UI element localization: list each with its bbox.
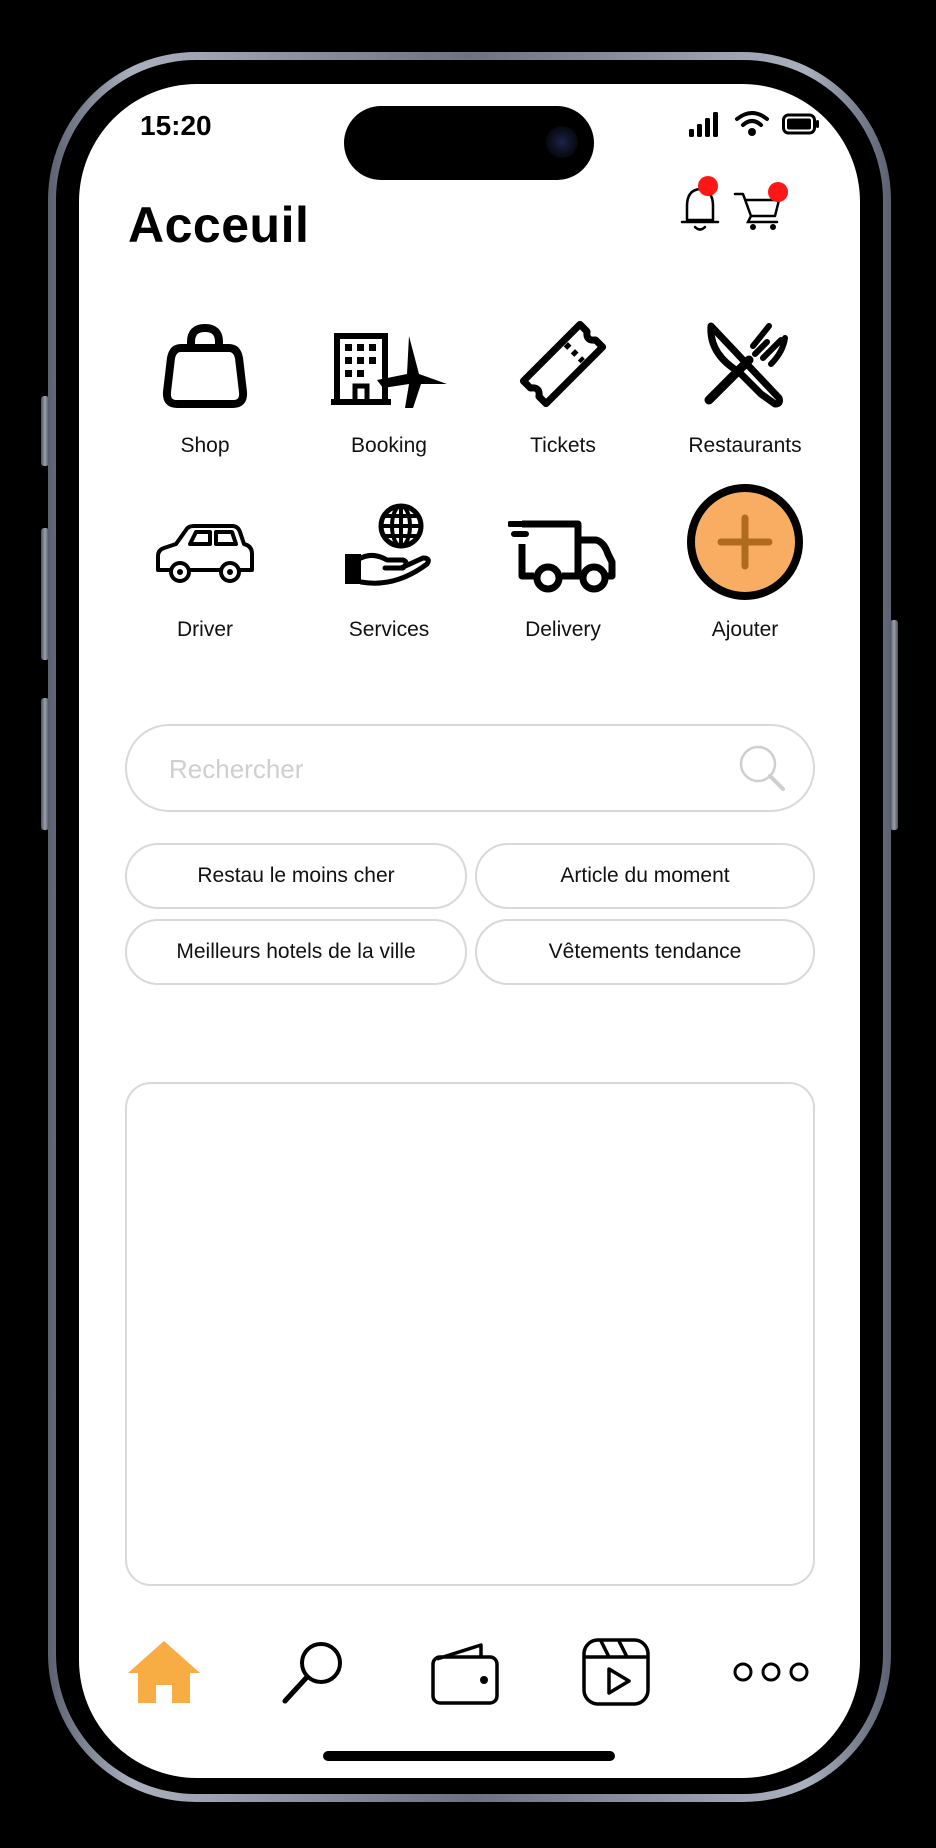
status-time: 15:20 bbox=[140, 110, 212, 141]
category-label: Shop bbox=[180, 434, 230, 457]
category-add[interactable]: Ajouter bbox=[655, 484, 835, 648]
category-label: Services bbox=[348, 618, 430, 641]
wifi-icon bbox=[735, 111, 769, 136]
category-shop[interactable]: Shop bbox=[115, 314, 295, 464]
category-label: Delivery bbox=[525, 618, 601, 641]
search-input[interactable] bbox=[167, 746, 711, 792]
hotel-plane-icon bbox=[331, 333, 447, 408]
more-icon bbox=[733, 1662, 809, 1682]
camera-icon bbox=[546, 126, 578, 158]
status-icons bbox=[688, 110, 820, 138]
header-actions bbox=[675, 176, 788, 238]
category-services[interactable]: Services bbox=[299, 498, 479, 648]
category-label: Driver bbox=[177, 618, 233, 641]
wallet-icon bbox=[431, 1643, 499, 1705]
chip-best-hotels[interactable]: Meilleurs hotels de la ville bbox=[125, 919, 467, 985]
car-icon bbox=[156, 524, 254, 583]
category-restaurants[interactable]: Restaurants bbox=[655, 314, 835, 464]
content-panel bbox=[125, 1082, 815, 1586]
notification-badge bbox=[698, 176, 718, 196]
category-booking[interactable]: Booking bbox=[299, 314, 479, 464]
shopping-bag-icon bbox=[162, 323, 248, 408]
category-driver[interactable]: Driver bbox=[115, 498, 295, 648]
home-indicator[interactable] bbox=[323, 1751, 615, 1761]
action-button bbox=[41, 396, 49, 466]
tab-videos[interactable] bbox=[571, 1632, 661, 1712]
search-icon[interactable] bbox=[737, 744, 787, 794]
search-bar bbox=[125, 724, 815, 812]
category-label: Ajouter bbox=[711, 618, 779, 641]
knife-fork-icon bbox=[704, 322, 788, 408]
category-tickets[interactable]: Tickets bbox=[473, 314, 653, 464]
tab-bar bbox=[119, 1632, 819, 1712]
home-icon bbox=[128, 1641, 200, 1703]
tab-wallet[interactable] bbox=[419, 1632, 509, 1712]
globe-hand-icon bbox=[345, 503, 431, 586]
search-icon bbox=[282, 1642, 342, 1704]
page-title: Acceuil bbox=[128, 197, 310, 253]
cart-button[interactable] bbox=[733, 176, 791, 238]
cart-badge bbox=[768, 182, 788, 202]
tab-search[interactable] bbox=[269, 1632, 359, 1712]
tab-more[interactable] bbox=[723, 1632, 819, 1712]
tab-home[interactable] bbox=[119, 1632, 209, 1712]
screen: 15:20 Acceuil Shop Booking Tickets Resta… bbox=[79, 84, 860, 1778]
plus-icon bbox=[687, 484, 803, 600]
category-label: Booking bbox=[351, 434, 427, 457]
category-label: Tickets bbox=[530, 434, 596, 457]
signal-icon bbox=[689, 112, 718, 137]
volume-down-button bbox=[41, 698, 49, 830]
video-clapper-icon bbox=[582, 1638, 650, 1706]
ticket-icon bbox=[519, 320, 607, 408]
truck-icon bbox=[508, 520, 616, 593]
volume-up-button bbox=[41, 528, 49, 660]
power-button bbox=[890, 620, 898, 830]
battery-icon bbox=[782, 113, 819, 135]
category-delivery[interactable]: Delivery bbox=[473, 498, 653, 648]
notifications-button[interactable] bbox=[675, 176, 725, 238]
chip-trending-clothes[interactable]: Vêtements tendance bbox=[475, 919, 815, 985]
category-label: Restaurants bbox=[688, 434, 802, 457]
dynamic-island bbox=[344, 106, 594, 180]
chip-cheapest-restaurant[interactable]: Restau le moins cher bbox=[125, 843, 467, 909]
chip-article-of-the-moment[interactable]: Article du moment bbox=[475, 843, 815, 909]
